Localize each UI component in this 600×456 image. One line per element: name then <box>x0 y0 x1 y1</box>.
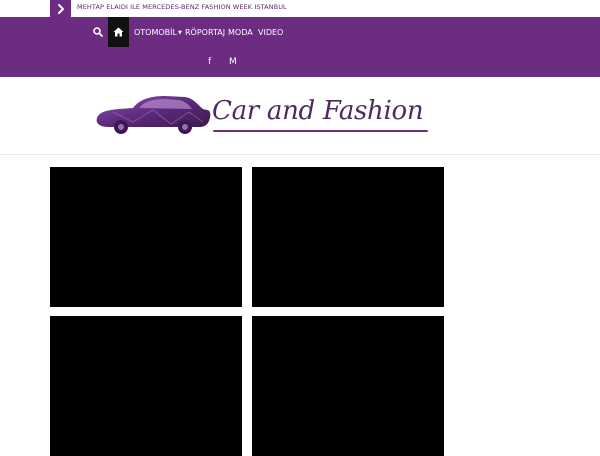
video-player[interactable] <box>252 167 444 307</box>
header-divider <box>0 154 600 155</box>
nav-item-moda[interactable]: MODA <box>228 28 253 40</box>
chevron-down-icon: ▼ <box>177 30 182 36</box>
facebook-icon[interactable]: f <box>208 57 211 67</box>
search-icon <box>93 27 103 37</box>
search-button[interactable] <box>89 23 107 41</box>
nav-item-label: MODA <box>228 28 253 37</box>
video-player[interactable] <box>252 316 444 456</box>
nav-item-roportaj[interactable]: RÖPORTAJ <box>185 28 225 40</box>
logo-underline <box>213 130 428 132</box>
medium-icon[interactable]: M <box>229 57 237 67</box>
video-player[interactable] <box>50 167 242 307</box>
nav-item-label: VIDEO <box>258 28 284 37</box>
nav-item-label: OTOMOBİL <box>134 28 177 37</box>
news-ticker: MEHTAP ELAIDI ILE MERCEDES-BENZ FASHION … <box>0 0 600 17</box>
nav-item-label: RÖPORTAJ <box>185 28 226 37</box>
nav-item-otomobil[interactable]: OTOMOBİL▼ <box>134 28 182 40</box>
logo-text: Car and Fashion <box>212 96 424 126</box>
nav-item-video[interactable]: VIDEO <box>258 28 283 40</box>
video-player[interactable] <box>50 316 242 456</box>
chevron-right-icon <box>57 3 64 14</box>
main-navigation: OTOMOBİL▼ RÖPORTAJ MODA VIDEO f M <box>0 17 600 77</box>
ticker-next-button[interactable] <box>50 0 71 17</box>
ticker-headline-link[interactable]: MEHTAP ELAIDI ILE MERCEDES-BENZ FASHION … <box>77 3 287 11</box>
home-icon <box>113 27 124 37</box>
home-button[interactable] <box>108 17 129 47</box>
